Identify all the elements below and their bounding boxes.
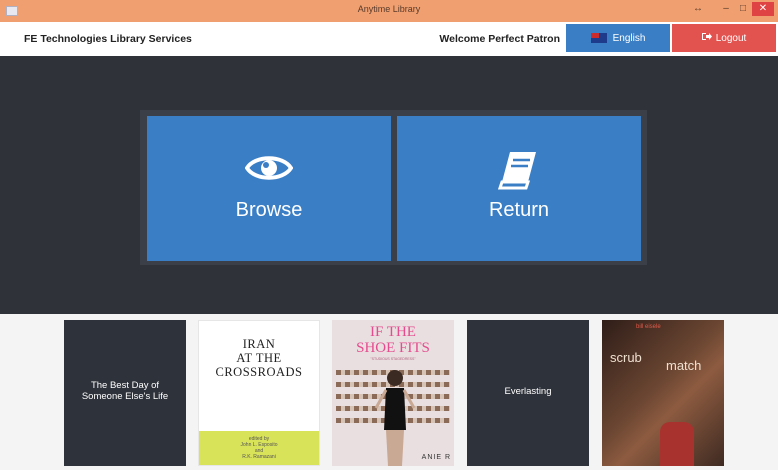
book-icon bbox=[397, 150, 641, 190]
eye-icon bbox=[147, 150, 391, 190]
close-button[interactable]: ✕ bbox=[752, 2, 774, 16]
logout-label: Logout bbox=[715, 32, 747, 44]
action-tiles: Browse Return bbox=[140, 110, 647, 265]
logout-button[interactable]: Logout bbox=[672, 24, 776, 52]
cover-art-figure bbox=[660, 422, 694, 466]
cover-figure bbox=[374, 370, 416, 466]
book-cover[interactable]: IRAN AT THE CROSSROADS edited by John L. Es… bbox=[198, 320, 320, 466]
book-title-word: match bbox=[666, 358, 702, 373]
language-label: English bbox=[612, 32, 646, 44]
book-cover[interactable]: Everlasting bbox=[467, 320, 589, 466]
cover-tagline: "STUDIOUS STAGEDRESS" bbox=[370, 357, 416, 361]
window-titlebar: Anytime Library ↔ – □ ✕ bbox=[0, 0, 778, 22]
return-label: Return bbox=[488, 199, 550, 221]
brand-label: FE Technologies Library Services bbox=[24, 33, 192, 45]
book-title: The Best Day of Someone Else's Life bbox=[81, 380, 169, 402]
australian-flag-icon bbox=[590, 33, 607, 43]
pin-window-button[interactable]: ↔ bbox=[690, 2, 706, 16]
minimize-button[interactable]: – bbox=[718, 2, 734, 16]
app-header: FE Technologies Library Services Welcome… bbox=[0, 22, 778, 56]
window-title: Anytime Library bbox=[357, 4, 421, 14]
welcome-message: Welcome Perfect Patron bbox=[439, 33, 560, 45]
book-author: bill eisele bbox=[636, 324, 661, 330]
cover-band: edited by John L. Esposito and R.K. Ramazan… bbox=[199, 431, 319, 465]
browse-tile[interactable]: Browse bbox=[147, 116, 391, 261]
main-stage: Browse Return bbox=[0, 56, 778, 314]
sign-out-icon bbox=[701, 32, 712, 44]
book-title: Everlasting bbox=[504, 386, 552, 397]
book-title-art: IRAN AT THE CROSSROADS bbox=[215, 337, 303, 379]
browse-label: Browse bbox=[235, 199, 303, 221]
book-cover[interactable]: bill eisele scrub match bbox=[602, 320, 724, 466]
book-title-word: scrub bbox=[610, 350, 642, 365]
book-cover[interactable]: The Best Day of Someone Else's Life bbox=[64, 320, 186, 466]
maximize-button[interactable]: □ bbox=[735, 2, 751, 16]
book-cover[interactable]: IF THE SHOE FITS "STUDIOUS STAGEDRESS" AN… bbox=[332, 320, 454, 466]
book-title-art: IF THE SHOE FITS bbox=[356, 324, 430, 356]
return-tile[interactable]: Return bbox=[397, 116, 641, 261]
book-carousel: The Best Day of Someone Else's Life IRAN… bbox=[0, 314, 778, 470]
language-button[interactable]: English bbox=[566, 24, 670, 52]
book-author: ANIE R bbox=[421, 454, 451, 461]
cover-editors: edited by John L. Esposito and R.K. Ramazan… bbox=[240, 436, 278, 460]
